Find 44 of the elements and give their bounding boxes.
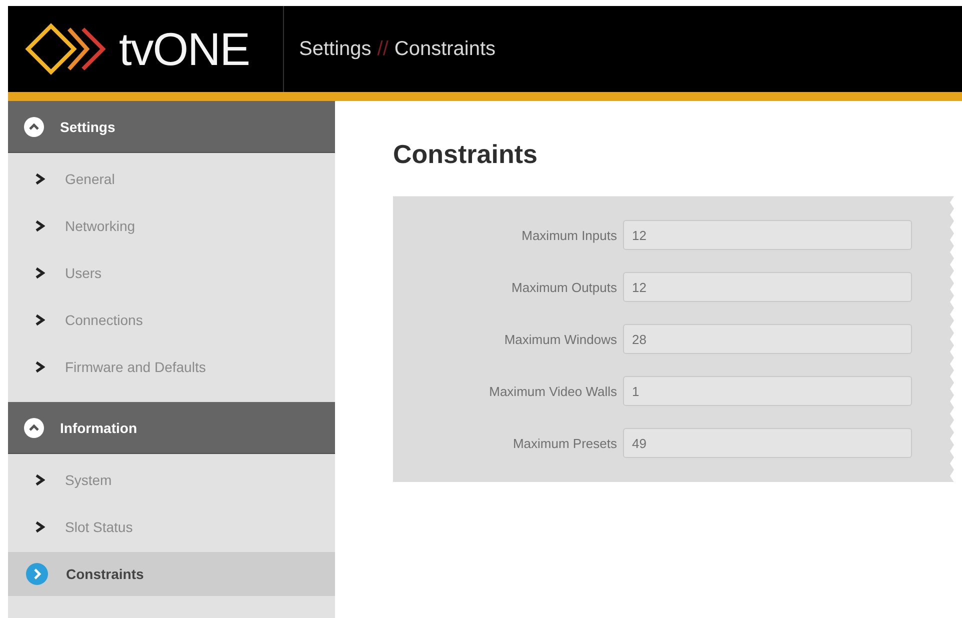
field-label: Maximum Video Walls (488, 384, 617, 399)
input-field[interactable]: 28 (623, 324, 912, 354)
chevron-right-icon (35, 266, 45, 278)
breadcrumb-item: Settings (299, 38, 372, 60)
item-label: System (65, 472, 112, 488)
logo-icon (25, 23, 107, 75)
chevron-right-icon (35, 360, 45, 372)
sidebar-item[interactable]: Connections (8, 296, 335, 343)
item-label: Connections (65, 312, 143, 328)
item-label: Users (65, 264, 102, 280)
sidebar-item[interactable]: Networking (8, 202, 335, 249)
breadcrumb-separator: // (377, 38, 388, 60)
field-label: Maximum Outputs (510, 280, 617, 295)
field-label: Maximum Inputs (520, 228, 617, 243)
sidebar-item[interactable]: General (8, 155, 335, 202)
chevron-right-icon (35, 172, 45, 184)
item-label: General (65, 170, 115, 186)
item-label: Constraints (66, 566, 144, 582)
section-header[interactable]: Information (8, 402, 335, 454)
chevron-right-icon (35, 314, 45, 326)
page-title: Constraints (393, 139, 538, 170)
sidebar-item[interactable]: System (8, 456, 335, 503)
sidebar-item[interactable]: Firmware and Defaults (8, 343, 335, 390)
field-label: Maximum Presets (512, 436, 617, 451)
brand-name: tvONE (119, 22, 250, 76)
sidebar-item[interactable]: Users (8, 249, 335, 296)
input-field[interactable]: 1 (623, 376, 912, 406)
input-field[interactable]: 12 (623, 220, 912, 250)
input-field[interactable]: 49 (623, 428, 912, 458)
field-label: Maximum Windows (503, 332, 617, 347)
chevron-right-icon (35, 474, 45, 486)
input-field[interactable]: 12 (623, 272, 912, 302)
item-label: Networking (65, 218, 136, 234)
breadcrumb-item: Constraints (394, 38, 496, 60)
item-label: Slot Status (65, 518, 133, 534)
chevron-right-icon (26, 563, 48, 585)
section-title: Information (60, 420, 137, 436)
section-title: Settings (60, 118, 116, 134)
section-header[interactable]: Settings (8, 101, 335, 153)
sidebar-item[interactable]: Slot Status (8, 503, 335, 550)
item-label: Firmware and Defaults (65, 358, 206, 374)
chevron-right-icon (35, 220, 45, 232)
sidebar-item[interactable]: Constraints (8, 552, 335, 596)
chevron-right-icon (35, 520, 45, 532)
